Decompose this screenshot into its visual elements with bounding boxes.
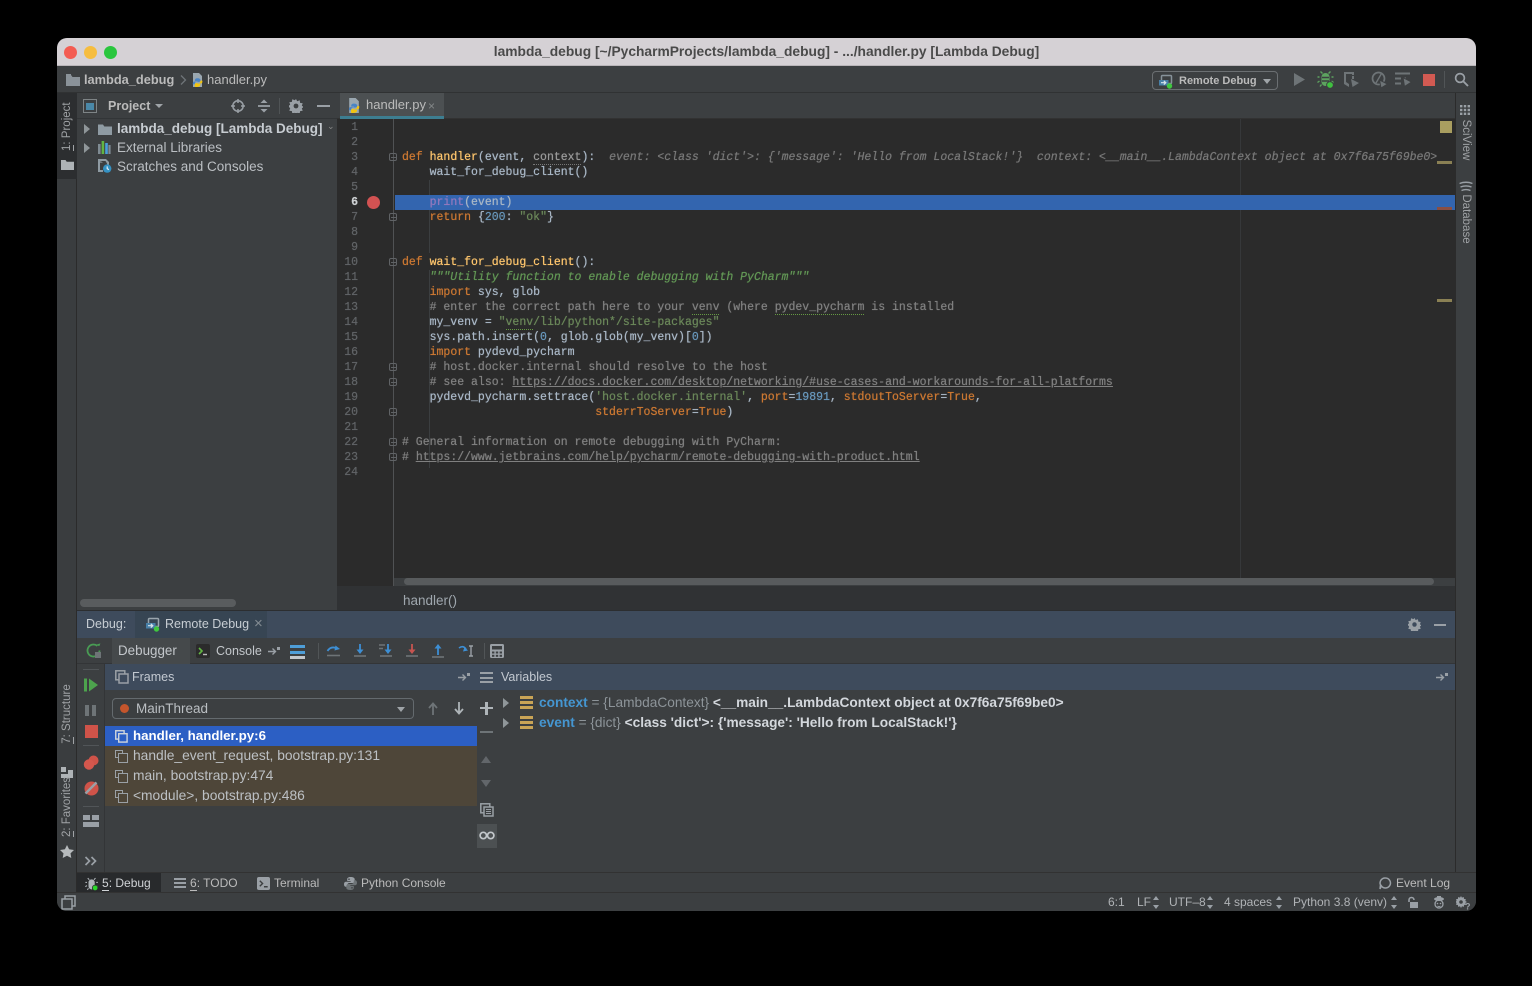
svg-text:?: ?	[1465, 902, 1471, 911]
